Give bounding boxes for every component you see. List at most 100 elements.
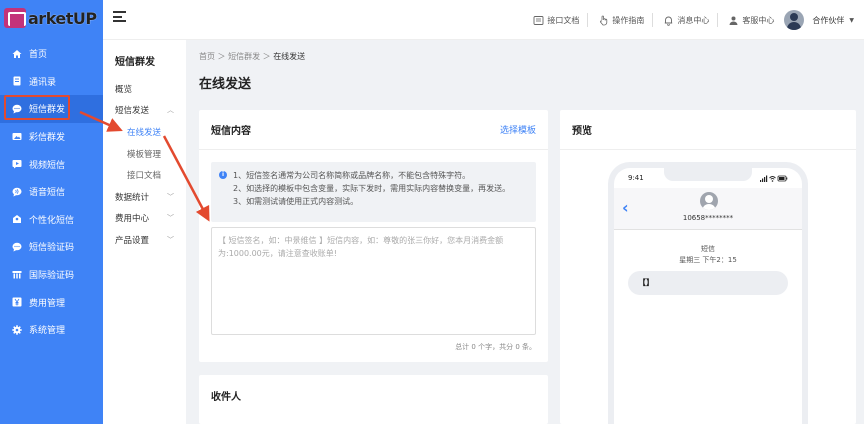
divider <box>587 13 589 27</box>
sidebar-item-system[interactable]: 系统管理 <box>0 316 103 344</box>
breadcrumb-home[interactable]: 首页 <box>199 52 215 61</box>
caret-down-icon[interactable]: ▼ <box>849 17 854 24</box>
info-icon: i <box>219 171 227 179</box>
signal-wifi-battery-icon <box>760 175 788 182</box>
sidebar-item-billing[interactable]: 费用管理 <box>0 288 103 316</box>
choose-template-link[interactable]: 选择模板 <box>500 123 536 136</box>
sidebar-item-personalized-sms[interactable]: 个性化短信 <box>0 206 103 234</box>
message-label: 短信 <box>701 245 715 253</box>
tip-line: 1、短信签名通常为公司名称简称或品牌名称，不能包含特殊字符。 <box>233 171 471 180</box>
sidebar-item-video-sms[interactable]: 视频短信 <box>0 150 103 178</box>
tips-box: i 1、短信签名通常为公司名称简称或品牌名称，不能包含特殊字符。 2、如选择的模… <box>211 162 536 222</box>
subnav-item-billing-center[interactable]: 费用中心 ﹀ <box>103 208 186 230</box>
guide-link[interactable]: 操作指南 <box>598 15 644 26</box>
char-counter: 总计 0 个字，共分 0 条。 <box>455 343 536 351</box>
hand-pointer-icon <box>598 15 609 26</box>
subnav-item-product-settings[interactable]: 产品设置 ﹀ <box>103 229 186 251</box>
sidebar-item-label: 彩信群发 <box>29 133 66 144</box>
tip-line: 3、如需测试请使用正式内容测试。 <box>233 197 359 206</box>
image-message-icon <box>12 132 22 142</box>
chevron-down-icon: ﹀ <box>167 192 174 201</box>
document-icon <box>533 15 544 26</box>
card-header: 预览 <box>560 110 856 150</box>
chevron-up-icon: ︿ <box>167 106 174 115</box>
subnav-label: 产品设置 <box>115 235 150 246</box>
home-icon <box>12 49 22 59</box>
sidebar-item-mms[interactable]: 彩信群发 <box>0 123 103 151</box>
phone-mockup: 9:41 ‹ 10658******** 短信 星期三 下午2：15 【】 <box>608 162 808 424</box>
phone-time: 9:41 <box>628 174 644 182</box>
card-title: 短信内容 <box>211 126 251 137</box>
subnav-item-overview[interactable]: 概览 <box>103 78 186 100</box>
verification-message-icon <box>12 242 22 252</box>
sidebar-item-contacts[interactable]: 通讯录 <box>0 68 103 96</box>
recipients-card: 收件人 <box>199 375 548 424</box>
top-links: 接口文档 操作指南 消息中心 客服中心 合作伙伴 ▼ <box>523 0 854 40</box>
breadcrumb-current: 在线发送 <box>273 52 306 61</box>
message-center-link[interactable]: 消息中心 <box>663 15 709 26</box>
card-header: 短信内容 选择模板 <box>199 110 548 150</box>
sidebar-item-label: 短信验证码 <box>29 243 75 254</box>
avatar[interactable] <box>784 10 805 30</box>
sidebar-item-label: 首页 <box>29 50 48 61</box>
subnav-label: 接口文档 <box>127 171 162 182</box>
subnav-item-api-docs[interactable]: 接口文档 <box>103 164 186 186</box>
sidebar-item-sms-verification[interactable]: 短信验证码 <box>0 233 103 261</box>
chevron-down-icon: ﹀ <box>167 235 174 244</box>
card-title: 预览 <box>572 126 592 137</box>
subnav-title: 短信群发 <box>115 57 155 68</box>
menu-toggle-icon[interactable] <box>113 11 126 22</box>
voice-message-icon <box>12 187 22 197</box>
message-meta: 短信 星期三 下午2：15 <box>614 244 802 266</box>
gear-icon <box>12 325 22 335</box>
guide-label: 操作指南 <box>612 15 645 25</box>
message-time: 星期三 下午2：15 <box>679 256 737 264</box>
sms-content-textarea[interactable]: 【 短信签名，如：中景维信 】短信内容，如：尊敬的张三你好，您本月消费金额为:1… <box>211 227 536 335</box>
sidebar-item-label: 系统管理 <box>29 326 66 337</box>
preview-card: 预览 9:41 ‹ 10658******** 短信 星期三 下午2：15 【】 <box>560 110 856 424</box>
sender-number: 10658******** <box>682 214 734 222</box>
phone-status-bar: 9:41 <box>628 174 788 182</box>
subnav-label: 在线发送 <box>127 127 162 138</box>
api-docs-link[interactable]: 接口文档 <box>533 15 579 26</box>
subnav-label: 短信发送 <box>115 106 150 117</box>
sms-content-card: 短信内容 选择模板 i 1、短信签名通常为公司名称简称或品牌名称，不能包含特殊字… <box>199 110 548 362</box>
subnav-item-templates[interactable]: 模板管理 <box>103 143 186 165</box>
card-header: 收件人 <box>199 375 548 415</box>
contacts-icon <box>12 76 22 86</box>
sidebar-item-label: 个性化短信 <box>29 215 75 226</box>
sidebar-item-label: 视频短信 <box>29 160 66 171</box>
user-name[interactable]: 合作伙伴 <box>812 15 844 26</box>
sub-nav: 短信群发 概览 短信发送 ︿ 在线发送 模板管理 接口文档 数据统计 ﹀ 费用中心 ﹀… <box>103 40 186 424</box>
subnav-label: 概览 <box>115 84 133 95</box>
sidebar-item-label: 国际验证码 <box>29 271 75 282</box>
chevron-right-icon: ＞ <box>262 52 274 61</box>
sidebar-item-home[interactable]: 首页 <box>0 40 103 68</box>
subnav-label: 模板管理 <box>127 149 162 160</box>
chevron-right-icon: ＞ <box>217 52 229 61</box>
divider <box>652 13 654 27</box>
contact-avatar <box>700 192 718 210</box>
support-link[interactable]: 客服中心 <box>728 15 774 26</box>
sidebar-item-voice-sms[interactable]: 语音短信 <box>0 178 103 206</box>
bell-icon <box>663 15 674 26</box>
subnav-item-sms-send[interactable]: 短信发送 ︿ <box>103 100 186 122</box>
sidebar-item-label: 费用管理 <box>29 298 66 309</box>
support-label: 客服中心 <box>742 15 775 25</box>
page-title: 在线发送 <box>199 77 252 92</box>
api-docs-label: 接口文档 <box>547 15 580 25</box>
yen-icon <box>12 297 22 307</box>
personalized-icon <box>12 214 22 224</box>
card-title: 收件人 <box>211 391 241 403</box>
main-sidebar: 首页 通讯录 短信群发 彩信群发 视频短信 语音短信 个性化短信 短信验证码 国… <box>0 0 103 424</box>
subnav-label: 数据统计 <box>115 192 150 203</box>
chevron-down-icon: ﹀ <box>167 214 174 223</box>
message-bubble: 【】 <box>628 271 788 295</box>
logo-mark-icon <box>4 8 26 28</box>
sidebar-item-label: 通讯录 <box>29 77 57 88</box>
breadcrumb-parent[interactable]: 短信群发 <box>228 52 260 61</box>
subnav-item-online-send[interactable]: 在线发送 <box>103 121 186 143</box>
sidebar-item-international-verification[interactable]: 国际验证码 <box>0 261 103 289</box>
subnav-item-statistics[interactable]: 数据统计 ﹀ <box>103 186 186 208</box>
tip-line: 2、如选择的模板中包含变量，实际下发时，需用实际内容替换变量，再发送。 <box>233 184 511 193</box>
